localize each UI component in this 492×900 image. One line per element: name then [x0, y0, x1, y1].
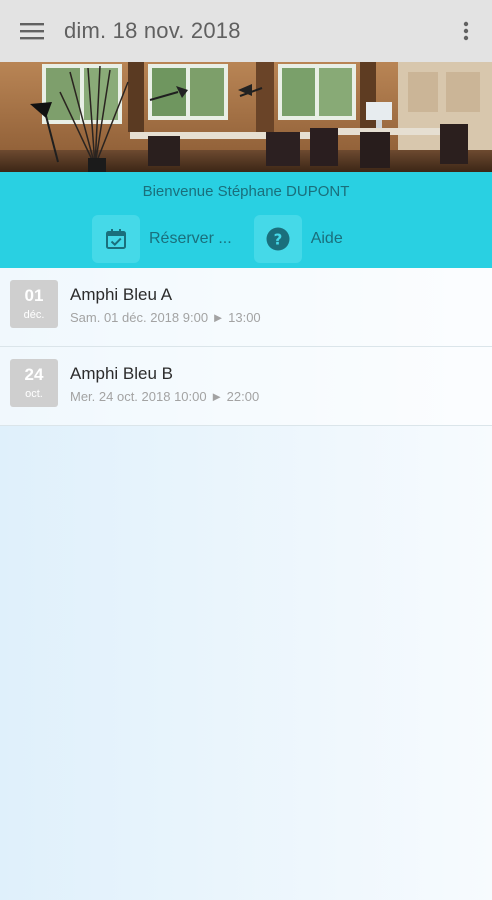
welcome-band: Bienvenue Stéphane DUPONT Réserver ... ? — [0, 172, 492, 268]
app-bar: dim. 18 nov. 2018 — [0, 0, 492, 62]
help-button[interactable]: ? Aide — [253, 215, 343, 263]
date-badge-month: déc. — [23, 309, 45, 321]
more-vertical-icon — [463, 21, 469, 41]
quick-actions: Réserver ... ? Aide — [92, 215, 365, 263]
date-badge-day: 01 — [24, 286, 44, 305]
reserve-label: Réserver ... — [149, 230, 232, 247]
room-name: Amphi Bleu B — [70, 364, 173, 383]
date-badge: 24 oct. — [10, 359, 58, 407]
date-badge-month: oct. — [25, 388, 43, 400]
hamburger-menu-icon — [20, 23, 44, 40]
office-interior-photo — [0, 62, 492, 172]
menu-button[interactable] — [0, 0, 64, 62]
help-circle-icon: ? — [266, 227, 290, 251]
booking-item[interactable]: 24 oct. Amphi Bleu B Mer. 24 oct. 2018 1… — [0, 347, 492, 426]
calendar-check-icon — [106, 229, 126, 249]
reserve-button[interactable]: Réserver ... — [92, 215, 232, 263]
page-title: dim. 18 nov. 2018 — [64, 18, 241, 43]
hero-image — [0, 62, 492, 172]
help-label: Aide — [310, 230, 343, 247]
date-badge-day: 24 — [24, 365, 44, 384]
booking-list: 01 déc. Amphi Bleu A Sam. 01 déc. 2018 9… — [0, 268, 492, 426]
svg-text:?: ? — [273, 231, 282, 249]
welcome-text: Bienvenue Stéphane DUPONT — [142, 183, 350, 200]
booking-time: Sam. 01 déc. 2018 9:00 ► 13:00 — [70, 310, 261, 325]
more-options-button[interactable] — [450, 15, 482, 47]
reserve-icon-tile — [92, 215, 140, 263]
booking-item[interactable]: 01 déc. Amphi Bleu A Sam. 01 déc. 2018 9… — [0, 268, 492, 347]
booking-time: Mer. 24 oct. 2018 10:00 ► 22:00 — [70, 389, 260, 404]
date-badge: 01 déc. — [10, 280, 58, 328]
room-name: Amphi Bleu A — [70, 285, 173, 304]
help-icon-tile: ? — [253, 215, 302, 263]
